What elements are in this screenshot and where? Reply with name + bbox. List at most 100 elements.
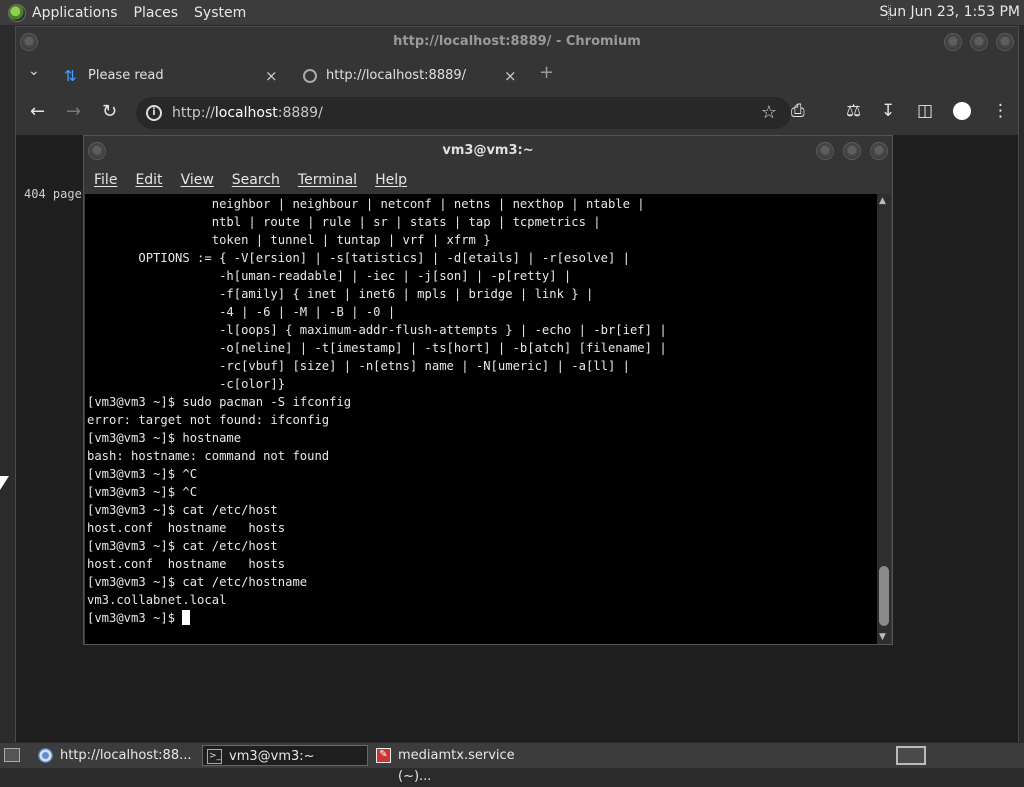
close-icon[interactable] xyxy=(996,33,1014,51)
address-bar[interactable]: i http://localhost:8889/ ☆ xyxy=(136,97,791,129)
more-menu-icon[interactable]: ⋮ xyxy=(992,101,1009,121)
profile-avatar-icon[interactable] xyxy=(953,102,971,120)
terminal-line: bash: hostname: command not found xyxy=(87,449,330,463)
terminal-line: -f[amily] { inet | inet6 | mpls | bridge… xyxy=(87,287,594,301)
top-panel: Applications Places System Sun Jun 23, 1… xyxy=(0,0,1024,25)
scroll-up-icon[interactable]: ▲ xyxy=(879,196,886,206)
tab-label: Please read xyxy=(88,68,164,83)
bookmark-star-icon[interactable]: ☆ xyxy=(761,97,777,129)
terminal-prompt: [vm3@vm3 ~]$ xyxy=(87,611,183,625)
terminal-line: [vm3@vm3 ~]$ cat /etc/host xyxy=(87,503,278,517)
menu-terminal[interactable]: Terminal xyxy=(298,172,357,188)
page-text: 404 page xyxy=(24,187,82,201)
terminal-icon: >_ xyxy=(207,749,222,764)
task-label: mediamtx.service (~)... xyxy=(398,748,515,784)
task-label: vm3@vm3:~ xyxy=(229,749,315,764)
task-label: http://localhost:88... xyxy=(60,748,192,763)
tab-close-icon[interactable]: × xyxy=(504,61,517,91)
terminal-output[interactable]: neighbor | neighbour | netconf | netns |… xyxy=(85,194,879,644)
tab-strip: ⌄ ⇅ Please read × http://localhost:8889/… xyxy=(16,57,1018,91)
tab-please-read[interactable]: ⇅ Please read × xyxy=(64,61,282,91)
clock[interactable]: Sun Jun 23, 1:53 PM xyxy=(879,4,1020,20)
text-cursor xyxy=(182,610,191,625)
terminal-line: [vm3@vm3 ~]$ cat /etc/hostname xyxy=(87,575,308,589)
site-info-icon[interactable]: i xyxy=(146,105,162,121)
terminal-line: [vm3@vm3 ~]$ hostname xyxy=(87,431,242,445)
top-menu: Applications Places System xyxy=(0,3,262,22)
distro-logo-icon[interactable] xyxy=(8,3,26,22)
terminal-menubar: File Edit View Search Terminal Help xyxy=(84,166,892,194)
globe-icon xyxy=(303,69,317,83)
terminal-line: vm3.collabnet.local xyxy=(87,593,227,607)
chromium-icon xyxy=(38,748,53,763)
scroll-down-icon[interactable]: ▼ xyxy=(879,632,886,642)
terminal-line: -o[neline] | -t[imestamp] | -ts[hort] | … xyxy=(87,341,667,355)
terminal-scrollbar[interactable]: ▲ ▼ xyxy=(877,194,891,644)
text-editor-icon: ✎ xyxy=(376,748,391,763)
maximize-icon[interactable] xyxy=(843,142,861,160)
menu-file[interactable]: File xyxy=(94,172,117,188)
terminal-line: host.conf hostname hosts xyxy=(87,557,286,571)
window-menu-icon[interactable] xyxy=(88,142,106,160)
terminal-window: vm3@vm3:~ File Edit View Search Terminal… xyxy=(83,135,893,645)
reload-icon[interactable]: ↻ xyxy=(102,101,117,122)
labs-flask-icon[interactable]: ⚖ xyxy=(846,101,861,121)
menu-edit[interactable]: Edit xyxy=(135,172,162,188)
terminal-line: -h[uman-readable] | -iec | -j[son] | -p[… xyxy=(87,269,572,283)
extensions-icon[interactable]: ⎙ xyxy=(791,101,805,121)
terminal-text: neighbor | neighbour | netconf | netns |… xyxy=(87,195,667,627)
window-menu-icon[interactable] xyxy=(20,33,38,51)
tab-close-icon[interactable]: × xyxy=(265,61,278,91)
side-panel-icon[interactable]: ◫ xyxy=(917,101,933,121)
terminal-titlebar[interactable]: vm3@vm3:~ xyxy=(84,136,892,166)
close-icon[interactable] xyxy=(870,142,888,160)
task-chromium[interactable]: http://localhost:88... xyxy=(34,745,198,766)
mouse-pointer-icon xyxy=(0,476,9,490)
terminal-line: error: target not found: ifconfig xyxy=(87,413,330,427)
tab-label: http://localhost:8889/ xyxy=(326,68,467,83)
url-prefix: http:// xyxy=(172,105,215,121)
browser-toolbar: ← → ↻ i http://localhost:8889/ ☆ ⎙ ⚖ ↧ ◫… xyxy=(16,91,1018,135)
terminal-line: neighbor | neighbour | netconf | netns |… xyxy=(87,197,645,211)
terminal-line: host.conf hostname hosts xyxy=(87,521,286,535)
menu-search[interactable]: Search xyxy=(232,172,280,188)
browser-window-title: http://localhost:8889/ - Chromium xyxy=(393,34,641,49)
url-suffix: :8889/ xyxy=(277,105,323,121)
back-arrow-icon[interactable]: ← xyxy=(30,101,45,122)
maximize-icon[interactable] xyxy=(970,33,988,51)
bottom-panel: http://localhost:88... >_ vm3@vm3:~ ✎ me… xyxy=(0,743,1024,784)
terminal-line: -4 | -6 | -M | -B | -0 | xyxy=(87,305,396,319)
applications-menu[interactable]: Applications xyxy=(32,5,118,21)
tab-localhost[interactable]: http://localhost:8889/ × xyxy=(303,61,521,91)
tab-search-chevron-icon[interactable]: ⌄ xyxy=(28,63,40,79)
terminal-line: ntbl | route | rule | sr | stats | tap |… xyxy=(87,215,601,229)
terminal-line: -l[oops] { maximum-addr-flush-attempts }… xyxy=(87,323,667,337)
terminal-line: -c[olor]} xyxy=(87,377,286,391)
menu-help[interactable]: Help xyxy=(375,172,407,188)
terminal-line: -rc[vbuf] [size] | -n[etns] name | -N[um… xyxy=(87,359,630,373)
terminal-line: [vm3@vm3 ~]$ sudo pacman -S ifconfig xyxy=(87,395,352,409)
terminal-line: OPTIONS := { -V[ersion] | -s[tatistics] … xyxy=(87,251,630,265)
task-terminal[interactable]: >_ vm3@vm3:~ xyxy=(202,745,368,766)
places-menu[interactable]: Places xyxy=(134,5,179,21)
show-desktop-icon[interactable] xyxy=(4,748,20,762)
system-menu[interactable]: System xyxy=(194,5,246,21)
minimize-icon[interactable] xyxy=(944,33,962,51)
minimize-icon[interactable] xyxy=(816,142,834,160)
browser-titlebar[interactable]: http://localhost:8889/ - Chromium xyxy=(16,27,1018,57)
terminal-line: [vm3@vm3 ~]$ ^C xyxy=(87,467,198,481)
terminal-line: token | tunnel | tuntap | vrf | xfrm } xyxy=(87,233,491,247)
menu-view[interactable]: View xyxy=(181,172,214,188)
terminal-window-title: vm3@vm3:~ xyxy=(442,143,534,158)
new-tab-button[interactable]: + xyxy=(539,62,554,83)
terminal-prompt-line: [vm3@vm3 ~]$ xyxy=(87,609,667,627)
task-editor[interactable]: ✎ mediamtx.service (~)... xyxy=(372,745,542,784)
terminal-line: [vm3@vm3 ~]$ ^C xyxy=(87,485,198,499)
scrollbar-thumb[interactable] xyxy=(879,566,889,626)
terminal-line: [vm3@vm3 ~]$ cat /etc/host xyxy=(87,539,278,553)
url-host: localhost xyxy=(214,105,278,121)
transfer-arrows-icon: ⇅ xyxy=(64,67,77,85)
workspace-switcher[interactable] xyxy=(896,746,926,765)
forward-arrow-icon[interactable]: → xyxy=(66,101,81,122)
download-icon[interactable]: ↧ xyxy=(881,101,895,121)
